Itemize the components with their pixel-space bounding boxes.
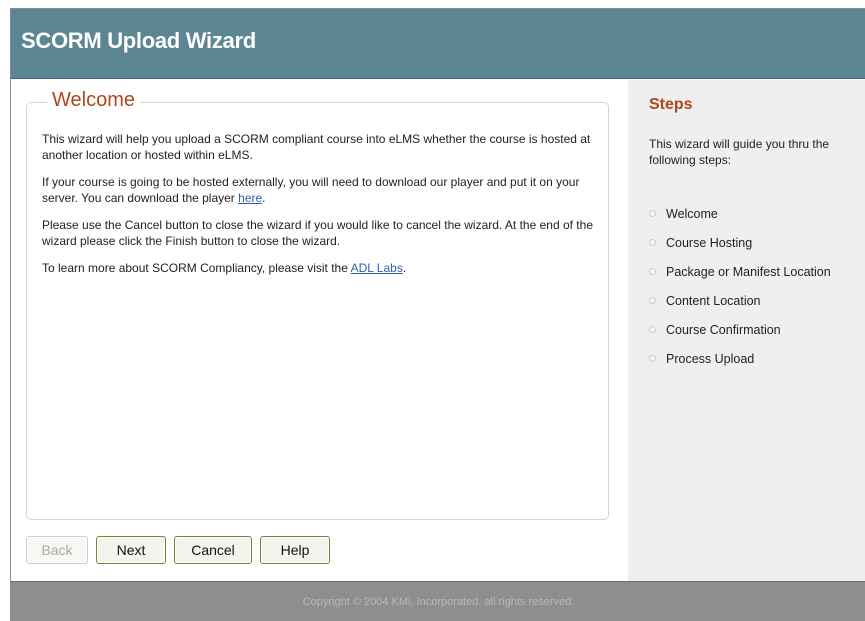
back-button[interactable]: Back <box>26 536 88 564</box>
help-button[interactable]: Help <box>260 536 330 564</box>
bullet-icon <box>649 268 656 275</box>
bullet-icon <box>649 326 656 333</box>
step-item-content-location: Content Location <box>649 286 865 315</box>
step-label: Welcome <box>666 206 718 221</box>
steps-title: Steps <box>649 96 693 113</box>
step-item-package-location: Package or Manifest Location <box>649 257 865 286</box>
next-button[interactable]: Next <box>96 536 166 564</box>
learn-more-paragraph: To learn more about SCORM Compliancy, pl… <box>42 260 602 276</box>
cancel-instructions-paragraph: Please use the Cancel button to close th… <box>42 218 593 248</box>
step-item-course-hosting: Course Hosting <box>649 228 865 257</box>
copyright-text: Copyright © 2004 KMi, Incorporated, all … <box>302 596 575 608</box>
welcome-fieldset: Welcome This wizard will help you upload… <box>26 89 609 520</box>
page-title: SCORM Upload Wizard <box>21 28 256 53</box>
adl-labs-link[interactable]: ADL Labs <box>351 261 403 275</box>
welcome-legend: Welcome <box>47 89 140 112</box>
step-item-course-confirmation: Course Confirmation <box>649 315 865 344</box>
external-hosting-paragraph: If your course is going to be hosted ext… <box>42 174 602 206</box>
step-item-process-upload: Process Upload <box>649 344 865 373</box>
steps-list: Welcome Course Hosting Package or Manife… <box>649 199 865 373</box>
external-hosting-text: If your course is going to be hosted ext… <box>42 175 580 205</box>
step-label: Content Location <box>666 293 761 308</box>
step-label: Package or Manifest Location <box>666 264 831 279</box>
welcome-text: This wizard will help you upload a SCORM… <box>42 131 602 287</box>
learn-more-text: To learn more about SCORM Compliancy, pl… <box>42 261 351 275</box>
period: . <box>262 191 266 205</box>
bullet-icon <box>649 239 656 246</box>
step-label: Course Confirmation <box>666 322 781 337</box>
step-item-welcome: Welcome <box>649 199 865 228</box>
steps-intro: This wizard will guide you thru the foll… <box>649 137 830 167</box>
wizard-window: SCORM Upload Wizard Welcome This wizard … <box>10 8 865 621</box>
step-label: Process Upload <box>666 351 755 366</box>
intro-paragraph: This wizard will help you upload a SCORM… <box>42 132 591 162</box>
period: . <box>402 261 407 275</box>
cancel-button[interactable]: Cancel <box>174 536 252 564</box>
steps-panel: Steps This wizard will guide you thru th… <box>628 80 865 581</box>
step-label: Course Hosting <box>666 235 753 250</box>
main-content: Welcome This wizard will help you upload… <box>11 80 628 581</box>
bullet-icon <box>649 210 656 217</box>
download-player-link[interactable]: here <box>238 191 262 205</box>
footer-bar: Copyright © 2004 KMi, Incorporated, all … <box>11 581 865 621</box>
wizard-buttons: Back Next Cancel Help <box>26 536 330 564</box>
bullet-icon <box>649 355 656 362</box>
header-bar: SCORM Upload Wizard <box>11 9 865 79</box>
bullet-icon <box>649 297 656 304</box>
